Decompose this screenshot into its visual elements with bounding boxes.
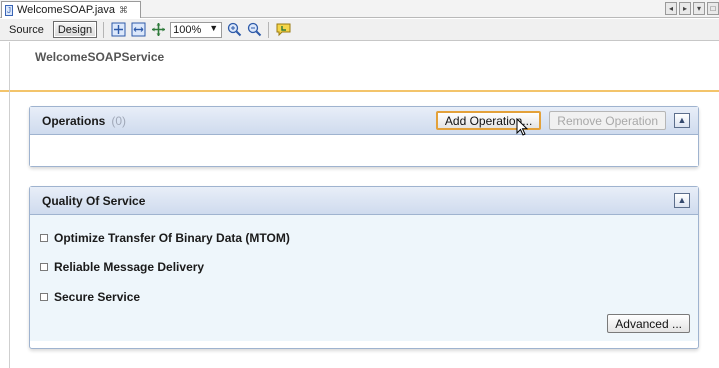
mouse-cursor-icon bbox=[516, 117, 529, 139]
operations-panel-header: Operations (0) Add Operation... Remove O… bbox=[30, 107, 698, 135]
source-view-button[interactable]: Source bbox=[4, 21, 49, 38]
zoom-in-icon[interactable] bbox=[226, 22, 242, 38]
option-secure-service[interactable]: Secure Service bbox=[40, 290, 140, 304]
java-file-icon: J bbox=[5, 4, 13, 16]
qos-title: Quality Of Service bbox=[42, 193, 146, 208]
quality-of-service-panel: Quality Of Service ▲ Optimize Transfer O… bbox=[29, 186, 699, 349]
zoom-level-select[interactable]: 100% ▼ bbox=[170, 21, 223, 38]
toolbar-separator bbox=[268, 21, 270, 38]
tab-title: WelcomeSOAP.java bbox=[16, 4, 115, 16]
operations-count: (0) bbox=[111, 113, 127, 128]
operations-actions: Add Operation... Remove Operation bbox=[435, 111, 666, 130]
secure-service-label: Secure Service bbox=[54, 290, 141, 304]
advanced-actions: Advanced ... bbox=[607, 314, 690, 333]
comment-icon[interactable] bbox=[275, 22, 291, 38]
scroll-right-icon[interactable]: ▸ bbox=[679, 2, 691, 15]
fit-width-icon[interactable] bbox=[130, 22, 146, 38]
remove-operation-button[interactable]: Remove Operation bbox=[549, 111, 666, 130]
zoom-level-value: 100% bbox=[173, 23, 202, 36]
close-tab-icon[interactable]: ⌘ bbox=[119, 5, 128, 16]
toolbar-separator bbox=[103, 21, 105, 38]
mtom-checkbox[interactable] bbox=[40, 234, 48, 242]
advanced-button[interactable]: Advanced ... bbox=[607, 314, 690, 333]
tab-list-icon[interactable]: ▾ bbox=[693, 2, 705, 15]
scroll-left-icon[interactable]: ◂ bbox=[665, 2, 677, 15]
service-header: WelcomeSOAPService bbox=[0, 42, 719, 92]
reliable-delivery-label: Reliable Message Delivery bbox=[54, 260, 205, 274]
collapse-operations-icon[interactable]: ▲ bbox=[674, 113, 690, 128]
operations-title: Operations bbox=[42, 113, 106, 128]
secure-service-checkbox[interactable] bbox=[40, 293, 48, 301]
option-reliable-delivery[interactable]: Reliable Message Delivery bbox=[40, 260, 204, 274]
mtom-label: Optimize Transfer Of Binary Data (MTOM) bbox=[54, 231, 290, 245]
fit-to-window-icon[interactable] bbox=[110, 22, 126, 38]
qos-panel-header: Quality Of Service ▲ bbox=[30, 187, 698, 215]
tab-controls: ◂ ▸ ▾ □ bbox=[665, 2, 719, 15]
left-divider bbox=[9, 42, 10, 368]
reliable-delivery-checkbox[interactable] bbox=[40, 263, 48, 271]
editor-toolbar: Source Design 100% ▼ bbox=[0, 19, 719, 41]
move-icon[interactable] bbox=[150, 22, 166, 38]
maximize-icon[interactable]: □ bbox=[707, 2, 719, 15]
zoom-out-icon[interactable] bbox=[246, 22, 262, 38]
tab-welcomesoap-java[interactable]: J WelcomeSOAP.java ⌘ bbox=[1, 1, 141, 18]
editor-tab-bar: J WelcomeSOAP.java ⌘ ◂ ▸ ▾ □ bbox=[0, 0, 719, 18]
collapse-qos-icon[interactable]: ▲ bbox=[674, 193, 690, 208]
chevron-down-icon: ▼ bbox=[209, 22, 219, 33]
qos-options: Optimize Transfer Of Binary Data (MTOM) … bbox=[30, 215, 698, 341]
operations-list bbox=[30, 135, 698, 166]
service-title: WelcomeSOAPService bbox=[35, 50, 165, 64]
option-mtom[interactable]: Optimize Transfer Of Binary Data (MTOM) bbox=[40, 231, 290, 245]
operations-panel: Operations (0) Add Operation... Remove O… bbox=[29, 106, 699, 167]
design-view-button[interactable]: Design bbox=[52, 21, 98, 38]
